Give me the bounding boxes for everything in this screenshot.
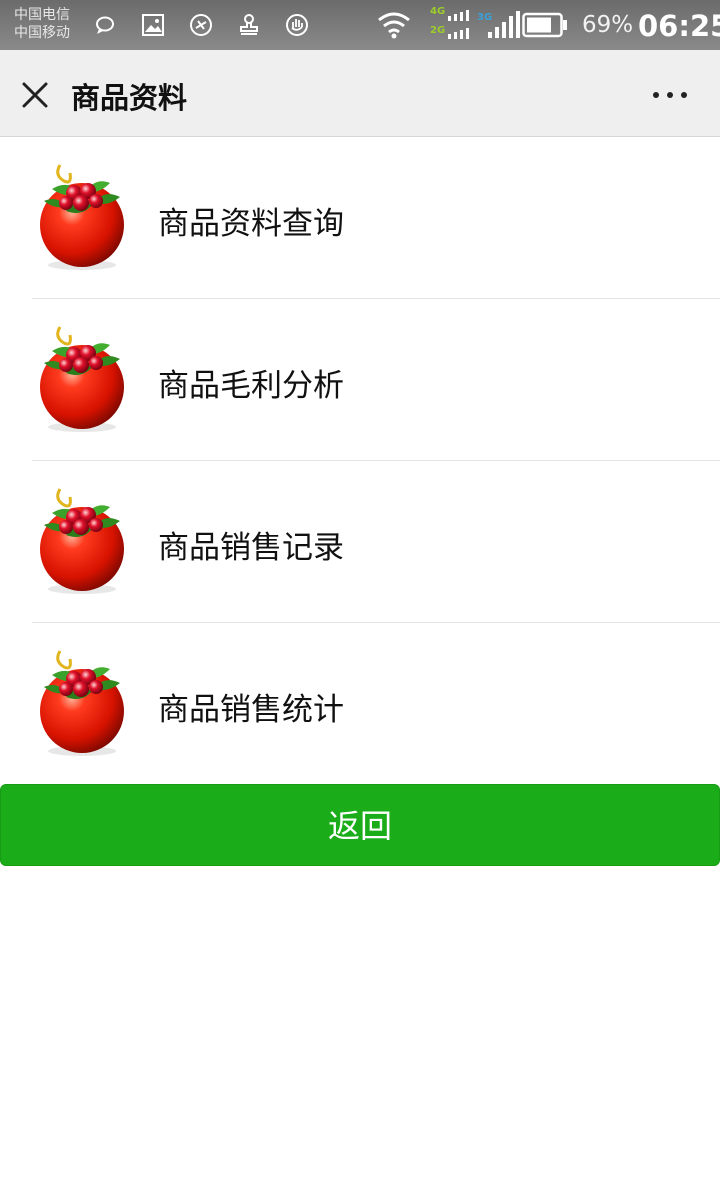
ornament-icon (36, 647, 128, 757)
ornament-icon (36, 323, 128, 433)
battery-percent: 69% (582, 12, 634, 38)
status-bar: 中国电信 中国移动 4G 2G 3G 69% 06:2 (0, 0, 720, 50)
menu-list: 商品资料查询 商品毛利分析 商品销售记录 商品销售统计 (0, 137, 720, 784)
net-4g-label: 4G (430, 6, 446, 17)
menu-item-sales-records[interactable]: 商品销售记录 (32, 460, 720, 622)
signal-icon (448, 10, 469, 39)
menu-item-sales-statistics[interactable]: 商品销售统计 (32, 622, 720, 784)
wifi-icon (378, 12, 410, 39)
menu-item-label: 商品销售记录 (158, 530, 344, 566)
stamp-icon (240, 14, 258, 35)
ornament-icon (36, 161, 128, 271)
chat-bubble-icon (96, 16, 114, 34)
nav-bar: 商品资料 (0, 50, 720, 137)
clock: 06:25 (638, 9, 720, 43)
menu-item-gross-profit-analysis[interactable]: 商品毛利分析 (32, 298, 720, 460)
carrier-labels: 中国电信 中国移动 (14, 6, 70, 42)
back-button[interactable]: 返回 (0, 784, 720, 866)
maps-icon (190, 14, 212, 36)
image-icon (142, 14, 164, 36)
menu-item-product-info-query[interactable]: 商品资料查询 (0, 137, 720, 298)
menu-item-label: 商品毛利分析 (158, 368, 344, 404)
battery-icon (522, 12, 567, 38)
page-title: 商品资料 (71, 81, 188, 115)
menu-item-label: 商品销售统计 (158, 692, 344, 728)
carrier-2: 中国移动 (14, 25, 70, 41)
ornament-icon (36, 485, 128, 595)
menu-item-label: 商品资料查询 (158, 206, 344, 242)
net-2g-label: 2G (430, 25, 446, 36)
close-icon[interactable] (18, 78, 52, 112)
signal-icon (488, 11, 520, 38)
carrier-1: 中国电信 (14, 7, 70, 23)
hand-icon (286, 14, 308, 36)
more-dots-icon[interactable] (648, 80, 692, 110)
